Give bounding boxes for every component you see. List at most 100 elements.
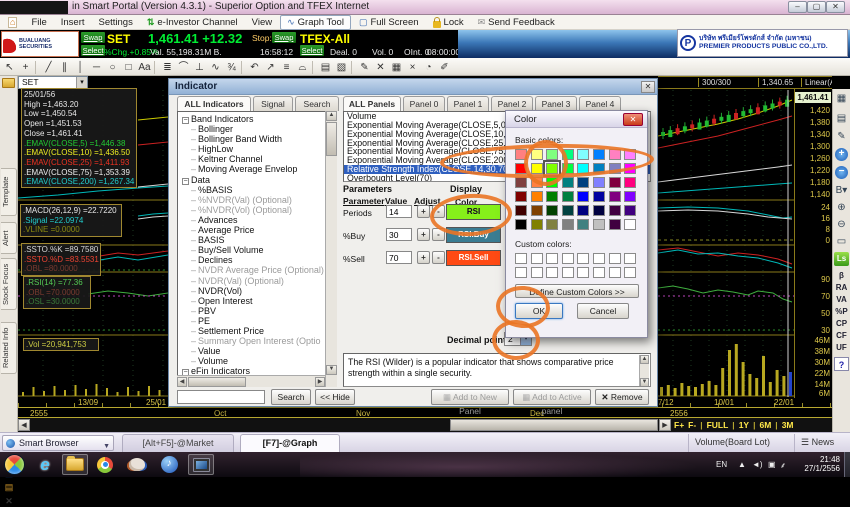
set-select-button[interactable]: Select	[81, 45, 105, 56]
color-button-rsi-sell[interactable]: RSI.Sell	[446, 250, 501, 266]
ls-button[interactable]: Ls	[834, 252, 849, 266]
color-swatch-004040[interactable]	[561, 205, 574, 216]
search-button[interactable]: Search	[271, 389, 311, 405]
news-bar-button[interactable]: ☰ News Bar	[794, 434, 850, 464]
taskbar-chrome-icon[interactable]	[92, 454, 118, 475]
collapse-icon[interactable]: −	[182, 117, 189, 124]
hide-button[interactable]: << Hide	[315, 389, 355, 405]
minimize-button[interactable]: –	[788, 1, 807, 13]
zoom-out-icon[interactable]: ⊖	[834, 218, 849, 232]
chevron-down-icon[interactable]: ▾	[76, 77, 87, 88]
tree-item-summary-open-interest-optio[interactable]: Summary Open Interest (Optio	[179, 336, 335, 346]
indicator-shortcut-cf[interactable]: CF	[834, 330, 849, 341]
indicator-shortcut-ra[interactable]: RA	[834, 282, 849, 293]
tree-item-average-price[interactable]: Average Price	[179, 225, 335, 235]
sidebar-tab-related-info[interactable]: Related Info	[1, 322, 17, 374]
custom-color-swatch[interactable]	[577, 253, 590, 264]
color-swatch-408080[interactable]	[577, 219, 590, 230]
tree-item-keltner-channel[interactable]: Keltner Channel	[179, 154, 335, 164]
volume-board-lot-button[interactable]: Volume(Board Lot)	[688, 434, 792, 452]
color-swatch-0000a0[interactable]	[593, 191, 605, 202]
layout-icon[interactable]: ▦	[834, 92, 849, 106]
tab-all-panels[interactable]: ALL Panels	[343, 96, 401, 111]
tab-graph[interactable]: [F7]-@Graph	[240, 434, 340, 452]
zoom-preset-f[interactable]: F-	[688, 420, 696, 430]
increment-button[interactable]: +	[417, 205, 430, 218]
fibo-arc-tool[interactable]: ⌒	[176, 60, 191, 75]
tree-vscrollbar[interactable]: ▲ ▼	[325, 111, 337, 387]
tree-item-open-interest[interactable]: Open Interest	[179, 296, 335, 306]
edit-tools-icon[interactable]: ✎	[834, 130, 849, 144]
menu-item-file[interactable]: File	[25, 16, 52, 29]
remove-indicator-button[interactable]: ✕ Remove	[595, 389, 649, 405]
indicator-shortcut-va[interactable]: VA	[834, 294, 849, 305]
help-icon[interactable]: ?	[834, 357, 849, 371]
color-swatch-ff8000[interactable]	[530, 191, 543, 202]
tab-market[interactable]: [Alt+F5]-@Market	[122, 434, 234, 452]
dialog-title-bar[interactable]: Indicator	[169, 79, 657, 95]
tab-all-indicators[interactable]: ALL Indicators	[177, 96, 251, 111]
custom-color-swatch[interactable]	[546, 267, 559, 278]
zoom-preset-6m[interactable]: 6M	[759, 420, 771, 430]
increment-button[interactable]: +	[417, 251, 430, 264]
tree-item-nvdr-average-price-optional[interactable]: NVDR Average Price (Optional)	[179, 265, 335, 275]
wave-tool[interactable]: ∿	[208, 60, 223, 75]
zoom-preset-full[interactable]: FULL	[707, 420, 729, 430]
scatter-tool[interactable]: ✕	[373, 60, 388, 75]
parameter-value-input[interactable]	[386, 251, 412, 264]
scroll-down-icon[interactable]: ▼	[326, 365, 337, 375]
tray-expand-icon[interactable]: ▲	[738, 460, 746, 469]
menu-item-insert[interactable]: Insert	[55, 16, 91, 29]
color-swatch-800000[interactable]	[515, 191, 527, 202]
open-folder-icon[interactable]: ▤	[3, 482, 15, 493]
scroll-right-icon[interactable]: ▶	[315, 377, 325, 387]
custom-color-swatch[interactable]	[593, 267, 605, 278]
tab-panel-1[interactable]: Panel 1	[447, 96, 489, 111]
custom-color-swatch[interactable]	[530, 253, 543, 264]
color-dialog-close-icon[interactable]: ✕	[623, 113, 643, 126]
menu-item-settings[interactable]: Settings	[93, 16, 139, 29]
template-chart-tool[interactable]: ▦	[389, 60, 404, 75]
color-swatch-800080[interactable]	[608, 191, 621, 202]
custom-color-swatch[interactable]	[561, 253, 574, 264]
tree-scroll-thumb[interactable]	[326, 122, 337, 156]
tree-item-moving-average-envelop[interactable]: Moving Average Envelop	[179, 164, 335, 174]
sidebar-tab-template[interactable]: Template	[1, 168, 17, 216]
tfex-select-button[interactable]: Select	[300, 45, 324, 56]
increment-button[interactable]: +	[417, 228, 430, 241]
color-swatch-000040[interactable]	[593, 205, 605, 216]
undo-tool[interactable]: ↶	[247, 60, 262, 75]
close-button[interactable]: ✕	[826, 1, 845, 13]
indicator-shortcut-p[interactable]: %P	[834, 306, 849, 317]
color-swatch-008000[interactable]	[546, 191, 559, 202]
tree-item-advances[interactable]: Advances	[179, 215, 335, 225]
scroll-left-button[interactable]: ◀	[18, 419, 30, 431]
taskbar-itunes-icon[interactable]: ♪	[156, 454, 182, 475]
color-swatch-ffffff[interactable]	[624, 219, 637, 230]
histogram-tool[interactable]: ▧	[334, 60, 349, 75]
color-swatch-000080[interactable]	[577, 205, 590, 216]
add-indicator-icon[interactable]: +	[835, 148, 848, 161]
color-swatch-0000ff[interactable]	[577, 191, 590, 202]
menu-item-full-screen[interactable]: ▢ Full Screen	[353, 16, 425, 29]
add-to-active-panel-button[interactable]: ▦ Add to Active panel	[513, 389, 591, 416]
fibo-retracement-tool[interactable]: ≣	[160, 60, 175, 75]
color-swatch-000000[interactable]	[515, 219, 527, 230]
color-swatch-400040[interactable]	[608, 219, 621, 230]
custom-color-swatch[interactable]	[624, 267, 637, 278]
tree-item-pe[interactable]: PE	[179, 316, 335, 326]
color-swatch-004080[interactable]	[577, 177, 590, 188]
folder-icon[interactable]	[2, 78, 15, 88]
tree-item-buy-sell-volume[interactable]: Buy/Sell Volume	[179, 245, 335, 255]
custom-color-swatch[interactable]	[577, 267, 590, 278]
custom-color-swatch[interactable]	[561, 267, 574, 278]
tree-item-volume[interactable]: Volume	[179, 356, 335, 366]
custom-color-swatch[interactable]	[530, 267, 543, 278]
color-swatch-804040[interactable]	[515, 177, 527, 188]
custom-color-swatch[interactable]	[515, 267, 527, 278]
tree-item-nvdr-val-optional[interactable]: NVDR(Val) (Optional)	[179, 276, 335, 286]
taskbar-explorer-icon[interactable]	[62, 454, 88, 475]
tab-search[interactable]: Search	[295, 96, 339, 111]
tree-hscrollbar[interactable]: ◀ ▶	[177, 375, 325, 387]
color-swatch-004000[interactable]	[546, 205, 559, 216]
